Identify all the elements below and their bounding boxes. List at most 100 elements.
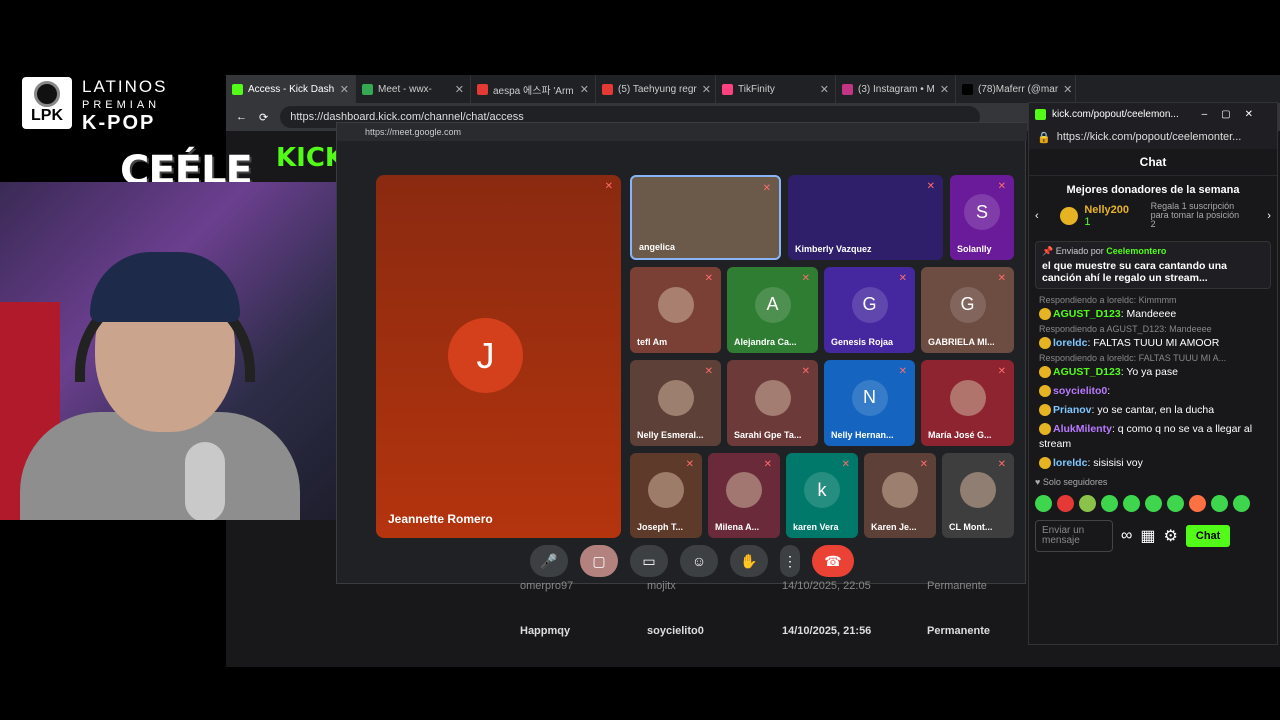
emote-icon[interactable] [1145, 495, 1162, 512]
participant-avatar: G [851, 286, 888, 323]
more-options-button[interactable]: ⋮ [780, 545, 800, 577]
lpk-logo-text: LATINOS PREMIAN K-POP [82, 77, 168, 134]
participant-tile[interactable]: ✕ angelica [630, 175, 781, 260]
participant-tile[interactable]: ✕ Milena A... [708, 453, 780, 538]
table-row: Happmqy soycielito0 14/10/2025, 21:56 Pe… [520, 625, 990, 637]
browser-tab[interactable]: Access - Kick Dash ✕ [226, 75, 356, 103]
webcam-feed [0, 182, 376, 520]
close-icon[interactable]: ✕ [455, 83, 464, 96]
close-icon[interactable]: ✕ [1063, 83, 1072, 96]
send-chat-button[interactable]: Chat [1185, 525, 1231, 547]
microphone-button[interactable]: 🎤 [530, 545, 568, 577]
chat-username[interactable]: loreldc [1053, 457, 1087, 469]
browser-tab[interactable]: (5) Taehyung regr ✕ [596, 75, 716, 103]
browser-tab[interactable]: aespa 에스파 'Arm ✕ [471, 75, 596, 103]
participant-tile[interactable]: ✕ tefl Am [630, 267, 721, 353]
chat-message[interactable]: loreldc: sisisisi voy [1029, 454, 1277, 473]
participant-avatar [657, 286, 694, 323]
chat-username[interactable]: AGUST_D123 [1053, 308, 1121, 320]
chat-message[interactable]: AGUST_D123: Mandeeee [1029, 305, 1277, 324]
participant-name: Kimberly Vazquez [795, 244, 872, 254]
access-table: omerpro97 mojitx 14/10/2025, 22:05 Perma… [510, 576, 1020, 660]
participant-name: Solanlly [957, 244, 992, 254]
close-icon[interactable]: ✕ [940, 83, 949, 96]
close-icon[interactable]: ✕ [340, 83, 349, 96]
chat-popout-window: kick.com/popout/ceelemon... –▢✕ 🔒 https:… [1028, 102, 1278, 645]
participant-tile[interactable]: N ✕ Nelly Hernan... [824, 360, 915, 446]
muted-icon: ✕ [898, 366, 907, 377]
emote-icon[interactable] [1167, 495, 1184, 512]
participant-tile[interactable]: ✕ Karen Je... [864, 453, 936, 538]
browser-tab[interactable]: Meet - wwx- ✕ [356, 75, 471, 103]
emoji-button[interactable]: ☺ [680, 545, 718, 577]
participant-tile[interactable]: S ✕ Solanlly [950, 175, 1014, 260]
emote-icon[interactable] [1079, 495, 1096, 512]
participant-avatar [754, 379, 791, 416]
kick-logo[interactable]: KICK [276, 143, 345, 173]
chat-username[interactable]: soycielito0 [1053, 385, 1107, 397]
donor-row: ‹ Nelly200 1 Regala 1 suscripción para t… [1029, 196, 1277, 235]
emote-icon[interactable] [1123, 495, 1140, 512]
emote-icon[interactable] [1211, 495, 1228, 512]
close-icon[interactable]: ✕ [580, 83, 589, 96]
reload-icon[interactable]: ⟳ [259, 111, 268, 124]
lock-icon: 🔒 [1037, 131, 1051, 144]
browser-tab[interactable]: (3) Instagram • M ✕ [836, 75, 956, 103]
close-icon[interactable]: ✕ [820, 83, 829, 96]
emoji-icon[interactable]: ∞ [1121, 527, 1132, 545]
chevron-left-icon[interactable]: ‹ [1035, 210, 1039, 222]
participant-tile[interactable]: ✕ Nelly Esmeral... [630, 360, 721, 446]
emote-icon[interactable] [1101, 495, 1118, 512]
participant-tile[interactable]: ✕ Sarahi Gpe Ta... [727, 360, 818, 446]
window-controls[interactable]: –▢✕ [1202, 109, 1277, 120]
browser-tab[interactable]: (78)Maferr (@mar ✕ [956, 75, 1076, 103]
kick-icon [1035, 108, 1046, 120]
meet-url: https://meet.google.com [337, 123, 1027, 141]
chat-username[interactable]: Prianov [1053, 404, 1092, 416]
participant-tile[interactable]: ✕ María José G... [921, 360, 1014, 446]
chat-message[interactable]: Prianov: yo se cantar, en la ducha [1029, 401, 1277, 420]
muted-icon: ✕ [997, 181, 1006, 192]
camera-off-button[interactable]: ▢ [580, 545, 618, 577]
leave-call-button[interactable]: ☎ [812, 545, 854, 577]
present-button[interactable]: ▭ [630, 545, 668, 577]
pinned-text: el que muestre su cara cantando una canc… [1042, 260, 1227, 284]
muted-icon: ✕ [604, 181, 613, 192]
back-icon[interactable]: ← [236, 111, 247, 123]
chat-text: Mandeeee [1126, 308, 1177, 320]
emote-icon[interactable] [1233, 495, 1250, 512]
raise-hand-button[interactable]: ✋ [730, 545, 768, 577]
participant-tile[interactable]: k ✕ karen Vera [786, 453, 858, 538]
participant-tile[interactable]: G ✕ Genesis Rojaa [824, 267, 915, 353]
participant-avatar [960, 472, 996, 509]
chat-message[interactable]: AlukMilenty: q como q no se va a llegar … [1029, 420, 1277, 454]
top-donor-count: 1 [1084, 215, 1091, 228]
participant-avatar [882, 472, 918, 509]
chat-username[interactable]: loreldc [1053, 337, 1087, 349]
participant-tile[interactable]: ✕ Kimberly Vazquez [788, 175, 943, 260]
store-icon[interactable]: ▦ [1140, 526, 1155, 546]
participant-tile[interactable]: ✕ Joseph T... [630, 453, 702, 538]
emote-icon[interactable] [1035, 495, 1052, 512]
participant-tile[interactable]: G ✕ GABRIELA MI... [921, 267, 1014, 353]
chat-text: sisisisi voy [1093, 457, 1143, 469]
participant-avatar: S [964, 194, 1000, 231]
browser-tab[interactable]: TikFinity ✕ [716, 75, 836, 103]
chat-message[interactable]: AGUST_D123: Yo ya pase [1029, 363, 1277, 382]
speaker-name: Jeannette Romero [388, 512, 493, 526]
gear-icon[interactable]: ⚙ [1164, 526, 1178, 546]
chat-message[interactable]: loreldc: FALTAS TUUU MI AMOOR [1029, 334, 1277, 353]
chat-username[interactable]: AGUST_D123 [1053, 366, 1121, 378]
participant-tile[interactable]: ✕ CL Mont... [942, 453, 1014, 538]
active-speaker-tile[interactable]: ✕ J Jeannette Romero [376, 175, 621, 538]
emote-icon[interactable] [1057, 495, 1074, 512]
pin-icon: 📌 [1042, 246, 1054, 256]
participant-tile[interactable]: A ✕ Alejandra Ca... [727, 267, 818, 353]
chat-username[interactable]: AlukMilenty [1053, 423, 1112, 435]
chevron-right-icon[interactable]: › [1267, 210, 1271, 222]
emote-bar [1029, 491, 1277, 516]
chat-message[interactable]: soycielito0: [1029, 382, 1277, 401]
chat-input[interactable]: Enviar un mensaje [1035, 520, 1113, 552]
emote-icon[interactable] [1189, 495, 1206, 512]
close-icon[interactable]: ✕ [702, 83, 711, 96]
